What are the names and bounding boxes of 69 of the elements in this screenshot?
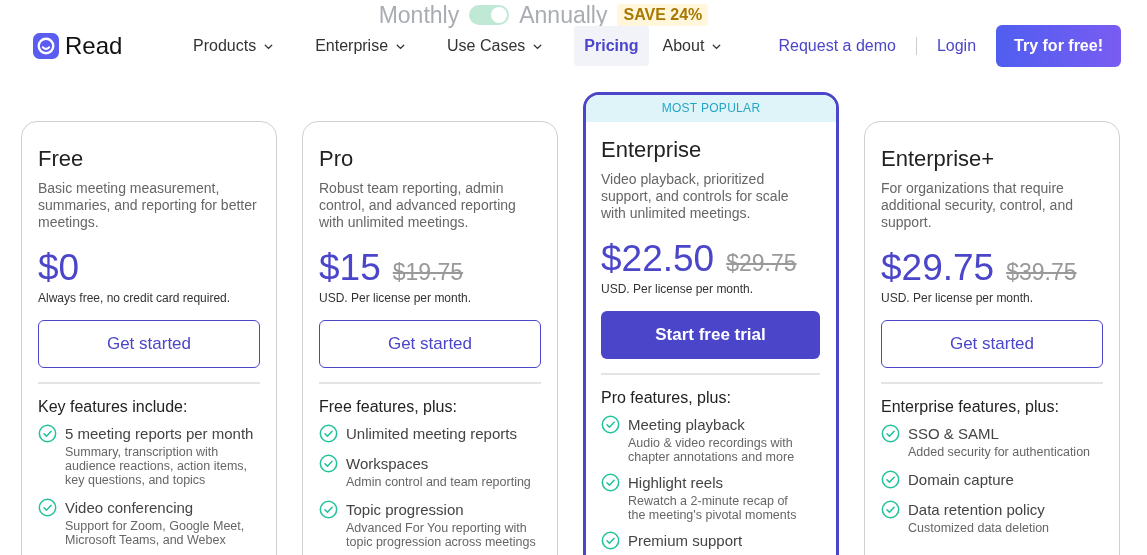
old-price: $39.75	[1006, 259, 1077, 286]
plan-description: Basic meeting measurement, summaries, and reporting for better meetings.	[38, 180, 258, 231]
price-note: USD. Per license per month.	[319, 291, 473, 305]
price-note: Always free, no credit card required.	[38, 291, 232, 305]
nav-link[interactable]: About	[652, 26, 734, 66]
nav-link[interactable]: Pricing	[574, 26, 649, 66]
features-heading: Pro features, plus:	[601, 389, 732, 407]
check-icon	[319, 500, 338, 519]
price-note: USD. Per license per month.	[601, 282, 755, 296]
feature-title: Meeting playback	[628, 415, 746, 434]
features-heading: Key features include:	[38, 398, 189, 416]
features-heading: Enterprise features, plus:	[881, 398, 1060, 416]
nav-link[interactable]: Products	[183, 26, 286, 66]
plan-name: Free	[38, 146, 85, 172]
price: $15	[319, 247, 381, 289]
check-icon	[38, 498, 57, 517]
popular-banner: MOST POPULAR	[586, 95, 836, 122]
feature-title: Premium support	[628, 531, 743, 550]
save-badge: SAVE 24%	[617, 4, 709, 26]
feature-title: Topic progression	[346, 500, 465, 519]
logo-text[interactable]: Read	[65, 32, 123, 60]
price: $0	[38, 247, 80, 289]
feature-title: Unlimited meeting reports	[346, 424, 517, 443]
check-icon	[38, 424, 57, 443]
feature-title: Video conferencing	[65, 498, 195, 517]
feature-detail: Summary, transcription with audience reactions, action items, key questions, and topics	[65, 445, 249, 487]
price-note: USD. Per license per month.	[881, 291, 1035, 305]
plan-name: Enterprise+	[881, 146, 996, 172]
get-started-button[interactable]: Get started	[38, 320, 260, 368]
try-free-button[interactable]: Try for free!	[996, 25, 1121, 67]
feature-detail: Admin control and team reporting	[346, 475, 531, 489]
feature-detail: Rewatch a 2-minute recap of the meeting's pivotal moments	[628, 494, 798, 522]
check-icon	[881, 424, 900, 443]
check-icon	[319, 424, 338, 443]
plan-description: For organizations that require additional security, control, and support.	[881, 180, 1074, 231]
feature-detail: Audio & video recordings with chapter annotations and more	[628, 436, 796, 464]
feature-title: SSO & SAML	[908, 424, 1000, 443]
plan-description: Robust team reporting, admin control, and advanced reporting with unlimited meetings.	[319, 180, 517, 231]
plan-description: Video playback, prioritized support, and controls for scale with unlimited meetings.	[601, 171, 790, 222]
check-icon	[881, 470, 900, 489]
feature-detail: Added security for authentication	[908, 445, 1091, 459]
login-link[interactable]: Login	[936, 37, 977, 55]
check-icon	[319, 454, 338, 473]
logo-icon	[33, 33, 59, 59]
feature-detail: Customized data deletion	[908, 521, 1050, 535]
feature-title: Domain capture	[908, 470, 1014, 489]
check-icon	[881, 500, 900, 519]
get-started-button[interactable]: Get started	[319, 320, 541, 368]
feature-title: Workspaces	[346, 454, 430, 473]
plan-name: Pro	[319, 146, 355, 172]
old-price: $19.75	[392, 259, 464, 286]
billing-toggle[interactable]	[469, 5, 510, 25]
trial-button[interactable]: Start free trial	[601, 311, 820, 359]
demo-link[interactable]: Request a demo	[778, 37, 896, 55]
feature-title: Data retention policy	[908, 500, 1046, 519]
feature-title: 5 meeting reports per month	[65, 424, 255, 443]
feature-detail: Advanced For You reporting with topic progression across meetings	[346, 521, 537, 549]
price: $22.50	[601, 238, 715, 280]
check-icon	[601, 415, 620, 434]
price: $29.75	[881, 247, 995, 289]
nav-link[interactable]: Enterprise	[305, 26, 418, 66]
old-price: $29.75	[726, 250, 797, 277]
features-heading: Free features, plus:	[319, 398, 458, 416]
feature-title: Highlight reels	[628, 473, 725, 492]
feature-detail: Support for Zoom, Google Meet, Microsoft Teams, and Webex	[65, 519, 246, 547]
check-icon	[601, 531, 620, 550]
plan-name: Enterprise	[601, 137, 703, 163]
get-started-button[interactable]: Get started	[881, 320, 1103, 368]
check-icon	[601, 473, 620, 492]
